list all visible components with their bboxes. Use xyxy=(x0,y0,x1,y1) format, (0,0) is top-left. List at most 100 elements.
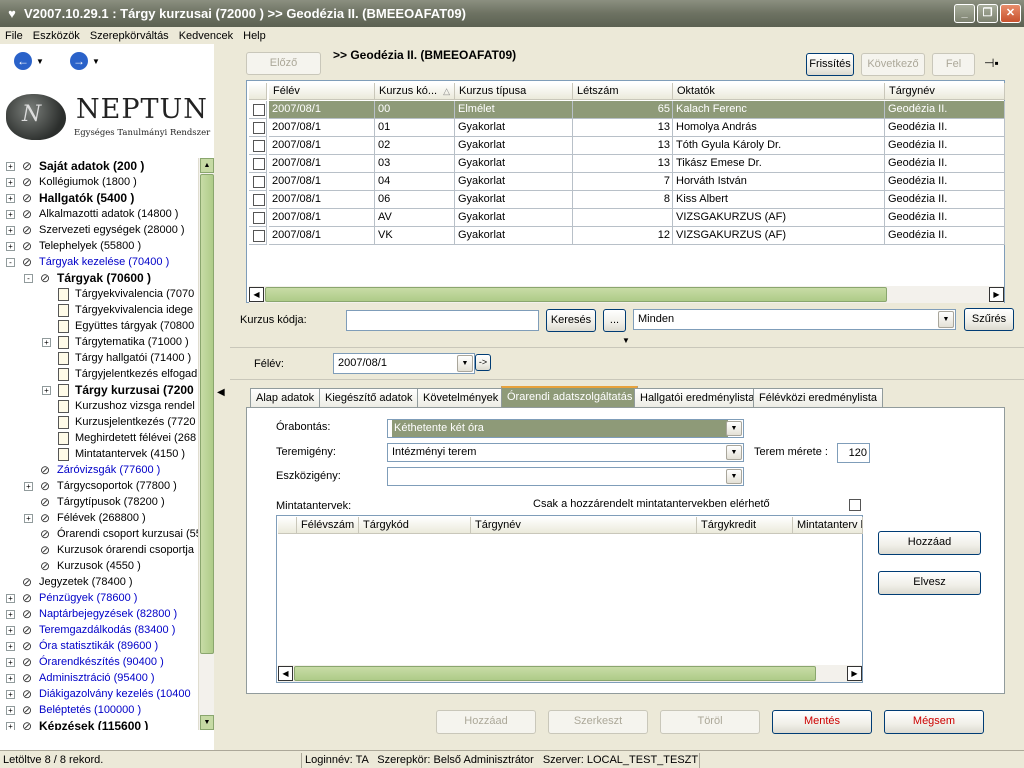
grid-header[interactable]: Félév xyxy=(269,83,375,100)
expand-icon[interactable]: + xyxy=(6,593,15,603)
tree-item[interactable]: ⊘ Jegyzetek (78400 ) xyxy=(6,574,133,590)
back-nav[interactable]: ← ▼ xyxy=(14,52,44,70)
expand-icon[interactable]: + xyxy=(6,625,15,635)
tab-kiegeszito-adatok[interactable]: Kiegészítő adatok xyxy=(319,388,419,408)
tree-item[interactable]: - ⊘ Tárgyak (70600 ) xyxy=(24,270,151,286)
table-row[interactable]: 2007/08/1 AV Gyakorlat VIZSGAKURZUS (AF) Geo… xyxy=(249,209,1005,227)
grid-header[interactable]: Kurzus kó... △ xyxy=(375,83,455,100)
tree-item[interactable]: + ⊘ Pénzügyek (78600 ) xyxy=(6,590,137,606)
tree-item[interactable]: ⊘ Záróvizsgák (77600 ) xyxy=(24,462,160,478)
row-checkbox[interactable] xyxy=(253,158,265,170)
eszkozigeny-select[interactable]: ▼ xyxy=(387,467,744,486)
row-checkbox[interactable] xyxy=(253,122,265,134)
close-button[interactable]: ✕ xyxy=(1000,4,1021,23)
row-checkbox[interactable] xyxy=(253,194,265,206)
tree-item[interactable]: + ⊘ Teremgazdálkodás (83400 ) xyxy=(6,622,175,638)
expand-icon[interactable]: + xyxy=(42,385,51,395)
tree-item[interactable]: ⊘ Kurzusok órarendi csoportja xyxy=(24,542,194,558)
tree-item[interactable]: + ⊘ Alkalmazotti adatok (14800 ) xyxy=(6,206,178,222)
tab-kovetelmenyek[interactable]: Követelmények xyxy=(417,388,505,408)
expand-icon[interactable]: + xyxy=(6,209,15,219)
tab-alap-adatok[interactable]: Alap adatok xyxy=(250,388,321,408)
prev-button[interactable]: Előző xyxy=(246,52,321,75)
tree-item[interactable]: + ⊘ Saját adatok (200 ) xyxy=(6,158,144,174)
subgrid-header[interactable]: Tárgykredit xyxy=(697,517,793,534)
more-button[interactable]: ... xyxy=(603,309,626,332)
tab-felevkozi-eredmenylista[interactable]: Félévközi eredménylista xyxy=(753,388,883,408)
semester-select[interactable]: 2007/08/1 ▼ xyxy=(333,353,475,374)
grid-header-select[interactable] xyxy=(249,83,267,100)
expand-icon[interactable]: + xyxy=(6,673,15,683)
table-row[interactable]: 2007/08/1 06 Gyakorlat 8 Kiss Albert Geodézia… xyxy=(249,191,1005,209)
maximize-button[interactable]: ❐ xyxy=(977,4,998,23)
tree-item[interactable]: + ⊘ Óra statisztikák (89600 ) xyxy=(6,638,158,654)
tree-item[interactable]: - ⊘ Tárgyak kezelése (70400 ) xyxy=(6,254,169,270)
subgrid-header[interactable]: Tárgynév xyxy=(471,517,697,534)
chevron-down-icon[interactable]: ▼ xyxy=(457,355,473,372)
semester-go-button[interactable]: -> xyxy=(475,354,491,371)
row-checkbox[interactable] xyxy=(253,212,265,224)
grid-horizontal-scrollbar[interactable]: ◀ ▶ xyxy=(249,286,1004,303)
tree-item[interactable]: ⊘ Órarendi csoport kurzusai (55 xyxy=(24,526,198,542)
chevron-down-icon[interactable]: ▼ xyxy=(726,445,742,460)
scroll-thumb[interactable] xyxy=(200,174,214,654)
table-row[interactable]: 2007/08/1 02 Gyakorlat 13 Tóth Gyula Károly … xyxy=(249,137,1005,155)
tab-hallgatoi-eredmenylista[interactable]: Hallgatói eredménylista xyxy=(634,388,761,408)
collapse-icon[interactable]: - xyxy=(6,257,15,267)
expand-icon[interactable]: + xyxy=(6,161,15,171)
expand-icon[interactable]: + xyxy=(6,721,15,730)
expand-icon[interactable]: + xyxy=(6,689,15,699)
row-checkbox[interactable] xyxy=(253,176,265,188)
orabontas-select[interactable]: Kéthetente két óra ▼ xyxy=(387,419,744,438)
up-button[interactable]: Fel xyxy=(932,53,975,76)
tree-item[interactable]: + ⊘ Órarendkészítés (90400 ) xyxy=(6,654,164,670)
menu-help[interactable]: Help xyxy=(238,30,271,42)
expand-icon[interactable]: + xyxy=(6,241,15,251)
tree-item[interactable]: + ⊘ Naptárbejegyzések (82800 ) xyxy=(6,606,177,622)
expand-icon[interactable]: + xyxy=(6,641,15,651)
tree-item[interactable]: Tárgyekvivalencia (7070 xyxy=(42,286,194,302)
tree-item[interactable]: Tárgyekvivalencia idege xyxy=(42,302,193,318)
terem-merete-input[interactable]: 120 xyxy=(837,443,870,463)
teremigeny-select[interactable]: Intézményi terem ▼ xyxy=(387,443,744,462)
tree-item[interactable]: + Tárgytematika (71000 ) xyxy=(42,334,189,350)
remove-curriculum-button[interactable]: Elvesz xyxy=(878,571,981,595)
tree-item[interactable]: Kurzushoz vizsga rendel xyxy=(42,398,195,414)
splitter[interactable]: ◀ xyxy=(214,44,228,750)
forward-arrow-icon[interactable]: → xyxy=(70,52,88,70)
subgrid-header-select[interactable] xyxy=(278,517,297,534)
tree-item[interactable]: Tárgyjelentkezés elfogad xyxy=(42,366,197,382)
forward-nav[interactable]: → ▼ xyxy=(70,52,100,70)
refresh-button[interactable]: Frissítés xyxy=(806,53,854,76)
tree-item[interactable]: ⊘ Tárgytípusok (78200 ) xyxy=(24,494,165,510)
chevron-down-icon[interactable]: ▼ xyxy=(726,421,742,436)
scroll-down-arrow-icon[interactable]: ▼ xyxy=(200,715,214,730)
scroll-up-arrow-icon[interactable]: ▲ xyxy=(200,158,214,173)
csak-hozzarendelt-checkbox[interactable] xyxy=(849,499,861,511)
tree-scrollbar[interactable]: ▲ ▼ xyxy=(198,158,214,730)
tree-item[interactable]: Együttes tárgyak (70800 xyxy=(42,318,194,334)
expand-icon[interactable]: + xyxy=(6,657,15,667)
chevron-down-icon[interactable]: ▼ xyxy=(938,311,954,328)
grid-header[interactable]: Kurzus típusa xyxy=(455,83,573,100)
pin-icon[interactable]: ⊣▪ xyxy=(984,56,999,70)
back-arrow-icon[interactable]: ← xyxy=(14,52,32,70)
grid-header[interactable]: Létszám xyxy=(573,83,673,100)
scroll-thumb[interactable] xyxy=(294,666,816,681)
expand-icon[interactable]: + xyxy=(24,513,33,523)
edit-button[interactable]: Szerkeszt xyxy=(548,710,648,734)
table-row[interactable]: 2007/08/1 04 Gyakorlat 7 Horváth István Geodé… xyxy=(249,173,1005,191)
tree-item[interactable]: Mintatantervek (4150 ) xyxy=(42,446,185,462)
sort-ascending-icon[interactable]: △ xyxy=(443,83,450,99)
tree-item[interactable]: + ⊘ Kollégiumok (1800 ) xyxy=(6,174,137,190)
table-row[interactable]: 2007/08/1 00 Elmélet 65 Kalach Ferenc Geodézi… xyxy=(249,101,1005,119)
tree-item[interactable]: + ⊘ Képzések (115600 ) xyxy=(6,718,148,730)
tree-item[interactable]: + ⊘ Adminisztráció (95400 ) xyxy=(6,670,155,686)
chevron-down-icon[interactable]: ▼ xyxy=(92,57,100,66)
subgrid-header[interactable]: Mintatanterv k xyxy=(793,517,863,534)
scroll-thumb[interactable] xyxy=(265,287,887,302)
tree-item[interactable]: + Tárgy kurzusai (7200 xyxy=(42,382,194,398)
next-button[interactable]: Következő xyxy=(861,53,925,76)
cancel-button[interactable]: Mégsem xyxy=(884,710,984,734)
menu-file[interactable]: File xyxy=(0,30,28,42)
